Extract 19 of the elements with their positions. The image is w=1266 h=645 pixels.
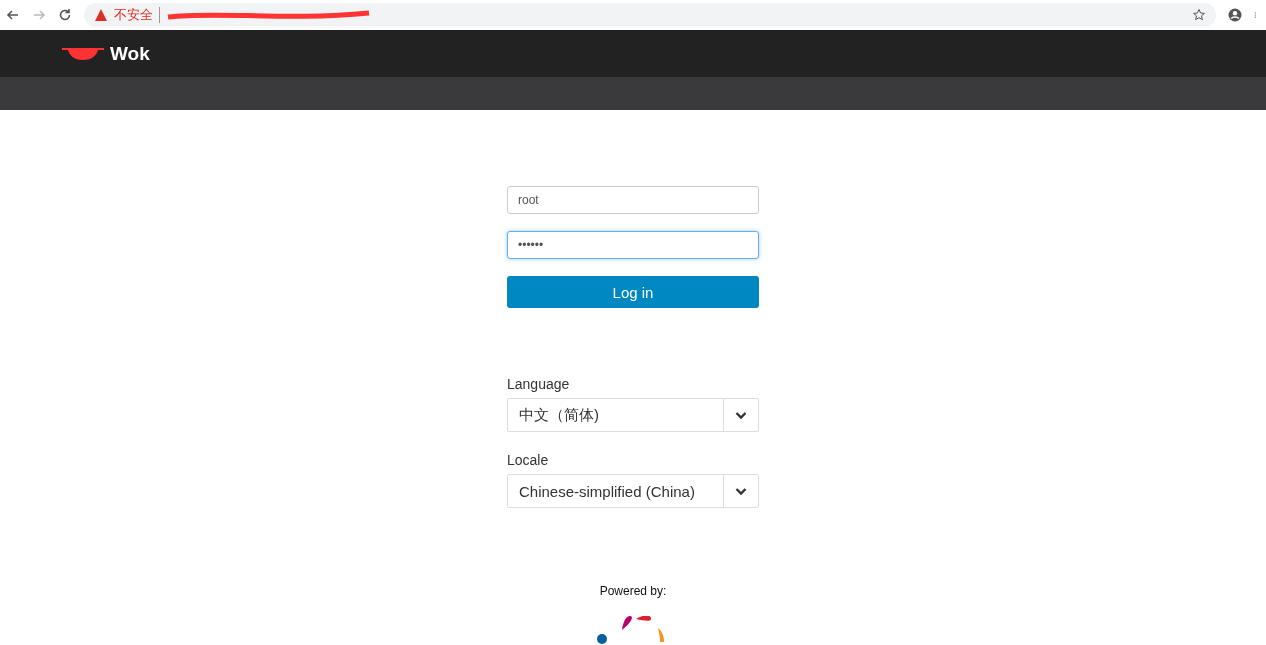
- address-bar[interactable]: 不安全: [84, 3, 1216, 27]
- star-icon[interactable]: [1192, 8, 1206, 22]
- select-field[interactable]: 中文（简体): [507, 398, 759, 432]
- brand-name: Wok: [110, 42, 150, 65]
- password-field[interactable]: ••••••: [507, 231, 759, 259]
- chevron-down-icon: [735, 485, 747, 497]
- field-label: Language: [507, 376, 571, 392]
- powered-by-label: Powered by:: [599, 584, 667, 598]
- username-field[interactable]: root: [507, 186, 759, 214]
- field-label: Locale: [507, 452, 550, 468]
- login-button[interactable]: Log in: [507, 276, 759, 308]
- select-field[interactable]: Chinese-simplified (China): [507, 474, 759, 508]
- warning-icon: [94, 8, 108, 22]
- back-icon[interactable]: [6, 8, 20, 22]
- wok-logo-icon: [62, 46, 104, 61]
- reload-icon[interactable]: [58, 8, 72, 22]
- chevron-down-icon: [735, 409, 747, 421]
- account-icon[interactable]: [1228, 8, 1242, 22]
- security-label: 不安全: [114, 6, 153, 24]
